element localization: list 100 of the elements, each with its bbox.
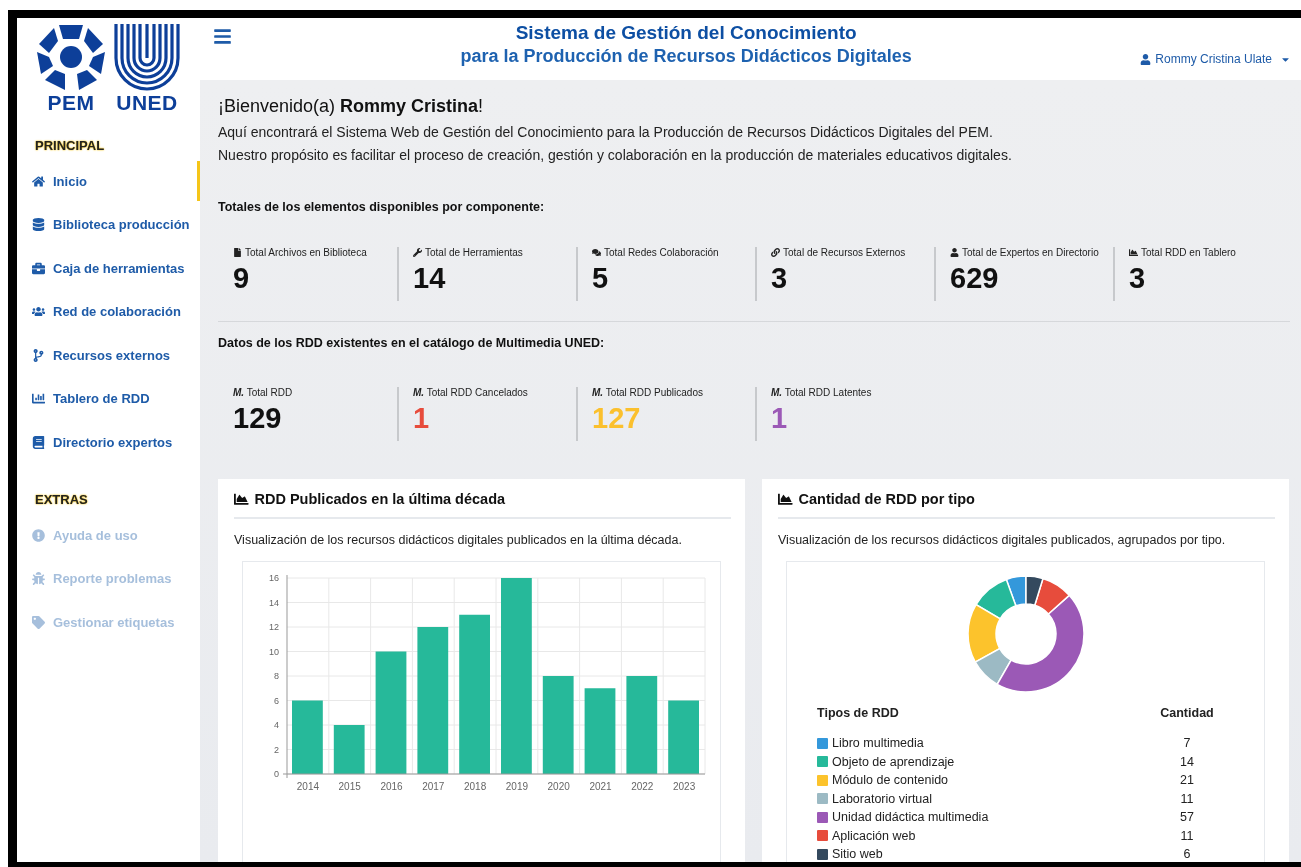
- book-icon: [32, 436, 45, 450]
- welcome-text: Aquí encontrará el Sistema Web de Gestión del Conocimiento para la Producción de Recursos Didácticos Digitales del PEM.: [218, 124, 994, 140]
- branch-icon: [32, 348, 45, 362]
- users-icon: [32, 305, 45, 319]
- sidebar-section-title: EXTRAS: [34, 492, 89, 508]
- stat-label: M. Total RDD Cancelados: [413, 387, 528, 398]
- stat-value: 127: [592, 401, 642, 435]
- bar: [333, 725, 365, 774]
- legend-label: Libro multimedia: [832, 735, 924, 752]
- sidebar-item[interactable]: Directorio expertos: [17, 422, 200, 463]
- legend-value: 6: [1182, 846, 1192, 862]
- stat-value: 629: [950, 261, 1000, 295]
- sidebar-item[interactable]: Red de colaboración: [17, 291, 200, 332]
- axis-tick-label: 14: [269, 597, 279, 608]
- home-icon: [32, 174, 45, 188]
- section-heading: Datos de los RDD existentes en el catálogo de Multimedia UNED:: [218, 336, 606, 350]
- wrench-icon: [413, 248, 422, 257]
- logo-text: PEM: [47, 92, 95, 114]
- database-icon: [32, 218, 45, 232]
- card-description: Visualización de los recursos didácticos digitales publicados, agrupados por tipo.: [778, 533, 1227, 547]
- axis-tick-label: 2014: [296, 781, 319, 792]
- legend-label: Sitio web: [832, 846, 883, 862]
- stat-value: 5: [592, 261, 610, 295]
- sidebar-item[interactable]: Caja de herramientas: [17, 248, 200, 289]
- legend-label: Objeto de aprendizaje: [832, 753, 955, 771]
- stat-label: M. Total RDD Publicados: [592, 387, 703, 398]
- stat-label: Total de Expertos en Directorio: [962, 247, 1099, 258]
- sidebar-item[interactable]: Biblioteca producción: [17, 204, 200, 245]
- legend-value: 11: [1179, 827, 1195, 845]
- axis-tick-label: 2023: [672, 781, 696, 792]
- axis-tick-label: 6: [274, 695, 279, 706]
- legend-label: Aplicación web: [832, 827, 916, 845]
- axis-tick-label: 2020: [547, 781, 570, 792]
- card-title: Cantidad de RDD por tipo: [798, 491, 975, 507]
- legend-label: Unidad didáctica multimedia: [832, 809, 989, 826]
- menu-icon[interactable]: [213, 27, 232, 46]
- stat-label: Total de Herramientas: [425, 247, 523, 258]
- alert-icon: [32, 528, 45, 542]
- legend-value: 21: [1179, 772, 1195, 789]
- chat-icon: [592, 248, 601, 257]
- card-description: Visualización de los recursos didácticos digitales publicados en la última década.: [234, 533, 683, 547]
- sidebar-item[interactable]: Recursos externos: [17, 335, 200, 376]
- stat-label: Total de Recursos Externos: [783, 247, 906, 258]
- stat-value: 14: [413, 261, 447, 295]
- briefcase-icon: [32, 261, 45, 275]
- user-menu[interactable]: Rommy Cristina Ulate: [1140, 52, 1291, 66]
- axis-tick-label: 2018: [464, 781, 487, 792]
- legend-value: 11: [1179, 790, 1195, 808]
- welcome-greeting: ¡Bienvenido(a) Rommy Cristina!: [218, 96, 485, 117]
- stat-value: 3: [771, 261, 789, 295]
- pentagon-ball-logo-icon: [35, 22, 107, 92]
- sidebar-item[interactable]: Tablero de RDD: [17, 378, 200, 419]
- stat-value: 1: [771, 401, 789, 435]
- sidebar-section-title: PRINCIPAL: [34, 138, 106, 153]
- axis-tick-label: 2016: [380, 781, 403, 792]
- stat-value: 1: [413, 401, 431, 435]
- axis-tick-label: 2017: [422, 781, 445, 792]
- legend-label: Laboratorio virtual: [832, 790, 933, 808]
- stat-value: 9: [233, 261, 251, 295]
- column-header: Tipos de RDD: [817, 706, 900, 720]
- column-header: Cantidad: [1159, 706, 1215, 720]
- axis-tick-label: 0: [274, 769, 279, 779]
- section-heading: Totales de los elementos disponibles por componente:: [218, 200, 546, 214]
- axis-tick-label: 10: [269, 646, 279, 657]
- axis-tick-label: 2022: [631, 781, 654, 792]
- card-title: RDD Publicados en la última década: [254, 491, 506, 507]
- axis-tick-label: 12: [269, 622, 279, 632]
- area-chart-icon: [778, 491, 793, 507]
- axis-tick-label: 2019: [505, 781, 529, 792]
- axis-tick-label: 2: [274, 744, 279, 755]
- legend-value: 57: [1179, 809, 1195, 826]
- file-icon: [233, 248, 242, 257]
- bar-chart-icon: [32, 392, 45, 406]
- stat-value: 3: [1129, 261, 1147, 295]
- axis-tick-label: 8: [274, 671, 279, 681]
- axis-tick-label: 4: [274, 720, 279, 730]
- axis-tick-label: 2021: [589, 781, 612, 792]
- area-chart-icon: [234, 491, 249, 507]
- area-chart-icon: [1129, 248, 1138, 257]
- app-subtitle: para la Producción de Recursos Didácticos Digitales: [460, 45, 912, 68]
- stat-label: Total RDD en Tablero: [1141, 247, 1236, 258]
- user-icon: [1140, 53, 1152, 65]
- stat-label: M. Total RDD: [233, 387, 293, 398]
- stat-value: 129: [233, 401, 283, 435]
- concentric-u-logo-icon: [113, 22, 181, 92]
- legend-value: 14: [1179, 753, 1195, 771]
- stat-label: M. Total RDD Latentes: [771, 387, 872, 398]
- logo-text: UNED: [116, 92, 178, 114]
- legend-label: Módulo de contenido: [832, 772, 949, 789]
- axis-tick-label: 16: [269, 573, 279, 583]
- tag-icon: [32, 615, 45, 629]
- app-title: Sistema de Gestión del Conocimiento: [515, 22, 857, 44]
- axis-tick-label: 2015: [338, 781, 361, 792]
- bug-icon: [32, 572, 45, 586]
- user-icon: [950, 248, 959, 257]
- link-icon: [771, 248, 780, 257]
- legend-value: 7: [1182, 735, 1192, 752]
- stat-label: Total Archivos en Biblioteca: [245, 247, 367, 258]
- welcome-text: Nuestro propósito es facilitar el proceso de creación, gestión y colaboración en la producción de materiales educativos digitales.: [218, 147, 1013, 163]
- stat-label: Total Redes Colaboración: [604, 247, 719, 258]
